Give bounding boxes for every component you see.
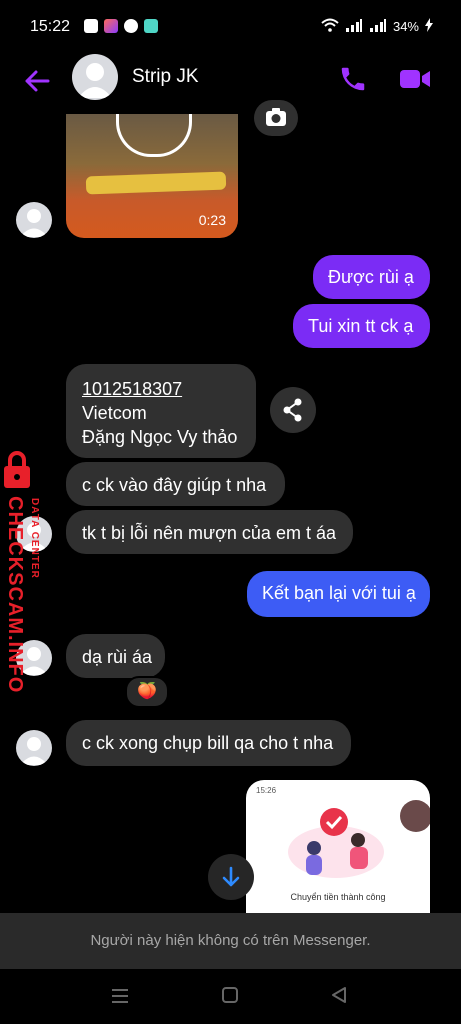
video-call-button[interactable] [398, 64, 432, 94]
incoming-message[interactable]: c ck xong chụp bill qa cho t nha [66, 720, 351, 766]
camera-icon [266, 108, 286, 126]
app-icon [104, 19, 118, 33]
signal-icon [345, 18, 363, 35]
account-holder: Đặng Ngọc Vy thảo [82, 427, 238, 447]
video-camera-icon [400, 70, 430, 88]
battery-percent: 34% [392, 19, 419, 34]
video-duration: 0:23 [198, 212, 226, 228]
phone-icon [341, 67, 365, 91]
message-text: Kết bạn lại với tui ạ [262, 583, 416, 603]
message-text: c ck vào đây giúp t nha [82, 475, 267, 495]
chat-app-icon [144, 19, 158, 33]
message-text: Được rùi ạ [328, 267, 414, 287]
back-button[interactable] [22, 66, 52, 96]
watermark-caption: DATA CENTER [29, 498, 40, 579]
message-text: dạ rùi áa [82, 647, 153, 667]
charging-icon [425, 18, 433, 35]
status-time: 15:22 [30, 18, 71, 35]
scroll-to-bottom-button[interactable] [208, 854, 254, 900]
receipt-time: 15:26 [256, 786, 277, 795]
signal-icon-2 [369, 18, 387, 35]
notification-icons [84, 19, 158, 33]
watermark-site: CHECKSCAM.INFO [4, 496, 26, 694]
menu-icon[interactable] [110, 987, 130, 1005]
receipt-illustration [288, 808, 384, 878]
bank-name: Vietcom [82, 403, 147, 423]
sender-avatar [16, 730, 52, 766]
bank-account-number[interactable]: 1012518307 [82, 377, 240, 401]
receipt-label: Chuyển tiền thành công [290, 892, 386, 902]
incoming-message[interactable]: c ck vào đây giúp t nha [66, 462, 285, 506]
message-text: tk t bị lỗi nên mượn của em t áa [82, 523, 336, 543]
play-ring [116, 114, 192, 157]
incoming-message[interactable]: tk t bị lỗi nên mượn của em t áa [66, 510, 353, 554]
unavailable-notice-text: Người này hiện không có trên Messenger. [90, 932, 371, 949]
chat-header: Strip JK [0, 54, 461, 114]
voice-call-button[interactable] [338, 64, 368, 94]
video-thumbnail-detail [85, 171, 227, 195]
receipt-image[interactable]: 15:26 Chuyển tiền thành công [246, 780, 430, 914]
outgoing-message[interactable]: Được rùi ạ [313, 255, 430, 299]
shop-icon [84, 19, 98, 33]
wifi-icon [321, 18, 339, 35]
incoming-message[interactable]: dạ rùi áa [66, 634, 165, 678]
share-button[interactable] [270, 387, 316, 433]
camera-button[interactable] [254, 100, 298, 136]
messenger-icon [124, 19, 138, 33]
outgoing-message[interactable]: Kết bạn lại với tui ạ [247, 571, 430, 617]
sender-avatar [16, 202, 52, 238]
home-icon[interactable] [221, 986, 239, 1004]
system-indicators: 34% [321, 18, 433, 35]
incoming-message-bank-info[interactable]: 1012518307 Vietcom Đặng Ngọc Vy thảo [66, 364, 256, 458]
message-text: c ck xong chụp bill qa cho t nha [82, 733, 334, 753]
share-icon [283, 398, 302, 422]
message-text: Tui xin tt ck ạ [308, 316, 414, 336]
contact-avatar[interactable] [72, 54, 118, 100]
unavailable-notice-bar: Người này hiện không có trên Messenger. [0, 913, 461, 969]
video-message[interactable]: 0:23 [66, 114, 238, 238]
outgoing-message[interactable]: Tui xin tt ck ạ [293, 304, 430, 348]
watermark: CHECKSCAM.INFO DATA CENTER [0, 450, 50, 693]
status-bar: 15:22 34% [0, 0, 461, 54]
message-reaction[interactable]: 🍑 [125, 676, 169, 708]
back-arrow-icon [25, 70, 50, 92]
system-navigation-bar [0, 969, 461, 1024]
chat-head-avatar [400, 800, 430, 832]
arrow-down-icon [222, 866, 240, 887]
back-nav-icon[interactable] [330, 986, 348, 1004]
contact-name[interactable]: Strip JK [132, 66, 199, 88]
